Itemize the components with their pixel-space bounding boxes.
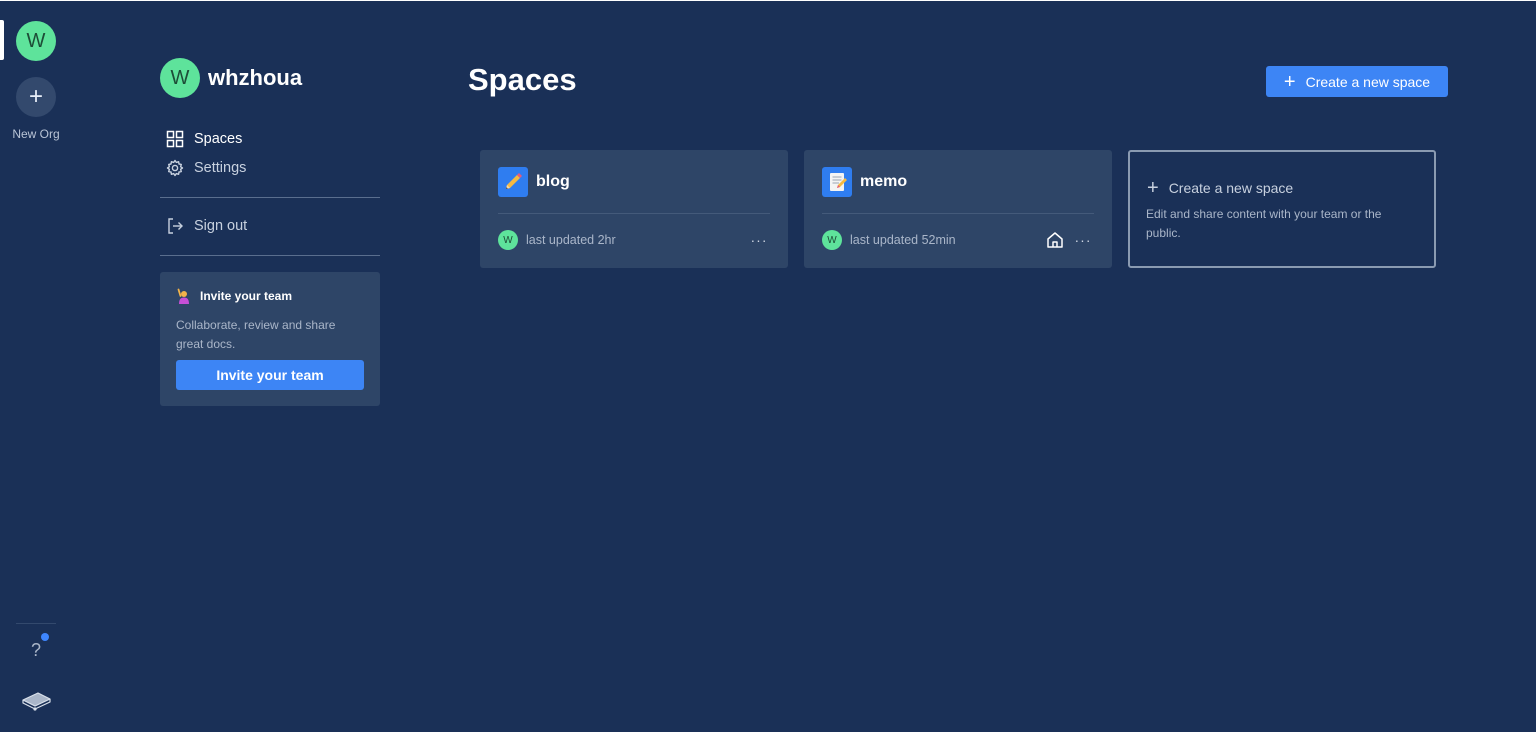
invite-header: Invite your team	[176, 288, 364, 304]
pencil-icon	[498, 167, 528, 197]
space-card-memo[interactable]: memo W last updated 52min ···	[804, 150, 1112, 268]
plus-icon: +	[28, 83, 43, 110]
create-space-label: Create a new space	[1305, 73, 1431, 90]
sidebar-item-label: Sign out	[194, 218, 248, 234]
side-nav: W whzhoua Spaces Settings Sign out Invit…	[160, 58, 380, 406]
page-title: Spaces	[468, 62, 577, 97]
space-card-footer: W last updated 2hr ···	[498, 230, 770, 250]
plus-icon: +	[1147, 177, 1159, 199]
user-avatar[interactable]: W	[160, 58, 200, 98]
question-mark-icon: ?	[30, 639, 41, 660]
invite-team-button[interactable]: Invite your team	[176, 360, 364, 390]
user-header: W whzhoua	[160, 58, 380, 98]
gear-icon	[166, 159, 184, 177]
more-options-icon[interactable]: ···	[1072, 231, 1094, 249]
memo-icon	[822, 167, 852, 197]
create-space-card-title: Create a new space	[1168, 180, 1294, 196]
space-card-footer: W last updated 52min ···	[822, 230, 1094, 250]
org-avatar[interactable]: W	[16, 21, 56, 61]
app-logo-icon[interactable]	[20, 688, 52, 714]
space-name: blog	[536, 173, 570, 190]
create-space-card-description: Edit and share content with your team or…	[1146, 207, 1382, 240]
plus-icon: +	[1283, 70, 1296, 93]
raising-hand-icon	[177, 288, 189, 304]
more-options-icon[interactable]: ···	[748, 231, 770, 249]
user-name: whzhoua	[208, 65, 303, 90]
grid-icon	[166, 130, 184, 148]
card-divider	[498, 213, 770, 214]
active-org-indicator	[0, 20, 4, 60]
invite-card: Invite your team Collaborate, review and…	[160, 272, 380, 406]
invite-title: Invite your team	[200, 289, 293, 303]
space-card-blog[interactable]: blog W last updated 2hr ···	[480, 150, 788, 268]
org-rail: W + New Org ?	[0, 0, 72, 732]
invite-description: Collaborate, review and share great docs…	[176, 318, 336, 351]
sidebar-item-spaces[interactable]: Spaces	[166, 127, 242, 151]
new-org-button[interactable]: +	[16, 77, 56, 117]
window-top-border	[0, 0, 1536, 1]
new-org-label[interactable]: New Org	[0, 127, 72, 141]
sidebar-item-settings[interactable]: Settings	[166, 156, 246, 180]
sidebar-item-label: Spaces	[194, 131, 243, 147]
card-actions: ···	[1046, 231, 1094, 249]
notification-dot	[41, 633, 49, 641]
rail-divider	[16, 623, 56, 624]
last-updated-text: last updated 52min	[850, 233, 956, 247]
sign-out-icon	[168, 218, 183, 234]
space-name: memo	[860, 173, 908, 190]
sidebar-item-sign-out[interactable]: Sign out	[166, 214, 247, 238]
create-space-card-header: + Create a new space	[1147, 178, 1293, 198]
last-updated-text: last updated 2hr	[526, 233, 616, 247]
nav-divider	[160, 197, 380, 198]
space-card-header: memo	[822, 167, 907, 197]
avatar: W	[822, 230, 842, 250]
create-space-card[interactable]: + Create a new space Edit and share cont…	[1128, 150, 1436, 268]
card-divider	[822, 213, 1094, 214]
help-button[interactable]: ?	[24, 638, 48, 662]
nav-divider	[160, 255, 380, 256]
sidebar-item-label: Settings	[194, 160, 247, 176]
card-actions: ···	[748, 231, 770, 249]
create-space-button[interactable]: + Create a new space	[1266, 66, 1448, 97]
avatar: W	[498, 230, 518, 250]
space-card-header: blog	[498, 167, 570, 197]
home-icon	[1047, 232, 1063, 248]
